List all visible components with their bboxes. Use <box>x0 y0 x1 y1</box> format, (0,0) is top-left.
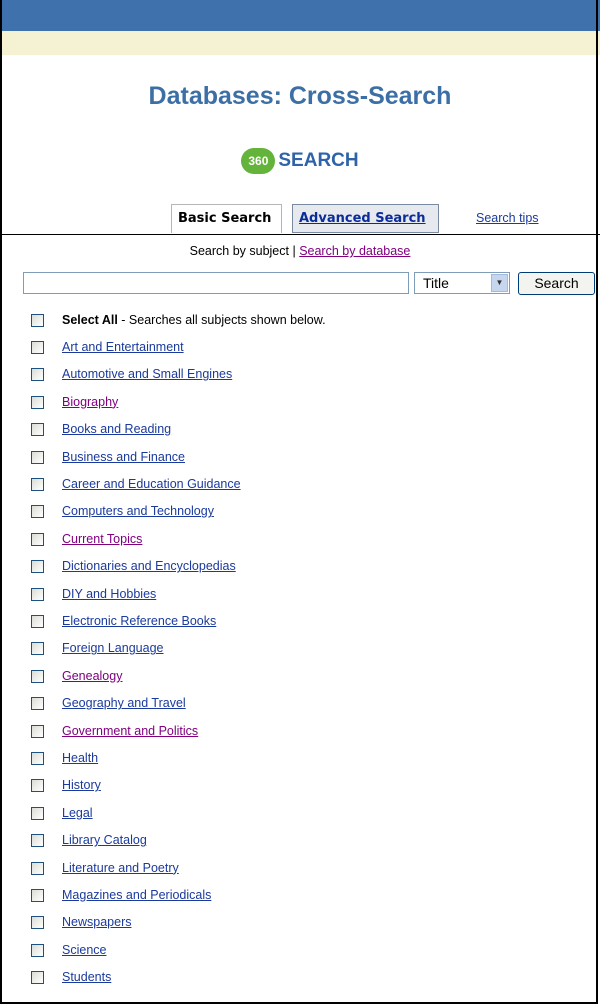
subject-link[interactable]: Computers and Technology <box>62 504 214 518</box>
subject-link[interactable]: Books and Reading <box>62 422 171 436</box>
list-item: Science <box>31 941 591 961</box>
search-mode-nav: Search by subject | Search by database <box>0 244 600 258</box>
subject-link[interactable]: Government and Politics <box>62 724 198 738</box>
search-by-database-link[interactable]: Search by database <box>299 244 410 258</box>
list-item: Magazines and Periodicals <box>31 886 591 906</box>
list-item: Legal <box>31 804 591 824</box>
subject-checkbox[interactable] <box>31 943 44 957</box>
logo-badge: 360 <box>241 148 276 174</box>
list-item: Books and Reading <box>31 420 591 440</box>
subject-checkbox[interactable] <box>31 806 44 820</box>
subject-checkbox[interactable] <box>31 341 44 354</box>
divider <box>0 234 600 235</box>
select-all-row: Select All - Searches all subjects shown… <box>31 311 591 331</box>
select-all-checkbox[interactable] <box>31 314 44 327</box>
tab-advanced-search[interactable]: Advanced Search <box>292 204 439 233</box>
list-item: History <box>31 776 591 796</box>
subject-checkbox[interactable] <box>31 752 44 765</box>
subject-checkbox[interactable] <box>31 779 44 793</box>
subject-link[interactable]: Geography and Travel <box>62 696 186 710</box>
subject-link[interactable]: Business and Finance <box>62 450 185 464</box>
subject-checkbox[interactable] <box>31 861 44 875</box>
list-item: Health <box>31 749 591 769</box>
subject-checkbox[interactable] <box>31 423 44 437</box>
subject-checkbox[interactable] <box>31 478 44 491</box>
subject-checkbox[interactable] <box>31 642 44 656</box>
list-item: Business and Finance <box>31 448 591 468</box>
subject-link[interactable]: Foreign Language <box>62 641 163 655</box>
subject-link[interactable]: Magazines and Periodicals <box>62 888 211 902</box>
subject-link[interactable]: DIY and Hobbies <box>62 587 156 601</box>
subject-checkbox[interactable] <box>31 587 44 601</box>
list-item: Current Topics <box>31 530 591 550</box>
subject-link[interactable]: Automotive and Small Engines <box>62 367 232 381</box>
search-button[interactable]: Search <box>518 272 595 295</box>
list-item: Students <box>31 968 591 988</box>
subject-link[interactable]: Health <box>62 751 98 765</box>
list-item: Foreign Language <box>31 639 591 659</box>
logo-text: SEARCH <box>278 150 359 171</box>
subject-checkbox[interactable] <box>31 450 44 464</box>
subject-link[interactable]: Newspapers <box>62 915 131 929</box>
search-field-value: Title <box>423 275 449 291</box>
subject-checkbox[interactable] <box>31 916 44 930</box>
list-item: Dictionaries and Encyclopedias <box>31 557 591 577</box>
subject-checkbox[interactable] <box>31 505 44 519</box>
360-search-logo: 360 SEARCH <box>0 148 600 174</box>
subject-checkbox[interactable] <box>31 395 44 409</box>
subject-link[interactable]: Genealogy <box>62 669 122 683</box>
subject-checkbox[interactable] <box>31 724 44 738</box>
subject-link[interactable]: Library Catalog <box>62 833 147 847</box>
subject-checkbox[interactable] <box>31 560 44 574</box>
search-by-subject-label: Search by subject | <box>189 244 296 258</box>
list-item: Government and Politics <box>31 722 591 742</box>
subject-link[interactable]: History <box>62 778 101 792</box>
subject-link[interactable]: Current Topics <box>62 532 142 546</box>
list-item: Genealogy <box>31 667 591 687</box>
subject-link[interactable]: Literature and Poetry <box>62 861 179 875</box>
select-all-label: Select All - Searches all subjects shown… <box>62 313 326 327</box>
subject-checkbox[interactable] <box>31 532 44 546</box>
subject-link[interactable]: Dictionaries and Encyclopedias <box>62 559 236 573</box>
search-tips-link[interactable]: Search tips <box>476 211 539 225</box>
subject-link[interactable]: Students <box>62 970 111 984</box>
subject-checkbox[interactable] <box>31 615 44 628</box>
select-all-description: - Searches all subjects shown below. <box>117 313 326 327</box>
subject-link[interactable]: Legal <box>62 806 93 820</box>
subject-checkbox[interactable] <box>31 971 44 985</box>
subject-link[interactable]: Biography <box>62 395 118 409</box>
subject-checkbox[interactable] <box>31 669 44 683</box>
list-item: Art and Entertainment <box>31 338 591 358</box>
list-item: Computers and Technology <box>31 502 591 522</box>
subject-link[interactable]: Science <box>62 943 106 957</box>
subject-checkbox[interactable] <box>31 368 44 382</box>
page-title: Databases: Cross-Search <box>148 82 452 110</box>
list-item: Geography and Travel <box>31 694 591 714</box>
tab-basic-search[interactable]: Basic Search <box>171 204 282 233</box>
subject-checkbox[interactable] <box>31 697 44 711</box>
select-all-bold: Select All <box>62 313 118 327</box>
subject-checkbox[interactable] <box>31 834 44 848</box>
list-item: Electronic Reference Books <box>31 612 591 632</box>
list-item: Literature and Poetry <box>31 859 591 879</box>
list-item: Career and Education Guidance <box>31 475 591 495</box>
subject-link[interactable]: Electronic Reference Books <box>62 614 216 628</box>
list-item: Library Catalog <box>31 831 591 851</box>
list-item: Automotive and Small Engines <box>31 365 591 385</box>
subject-checkbox[interactable] <box>31 889 44 902</box>
list-item: DIY and Hobbies <box>31 585 591 605</box>
subject-link[interactable]: Career and Education Guidance <box>62 477 241 491</box>
search-field-select[interactable]: Title ▼ <box>414 272 510 294</box>
list-item: Newspapers <box>31 913 591 933</box>
chevron-down-icon[interactable]: ▼ <box>491 274 508 292</box>
subject-link[interactable]: Art and Entertainment <box>62 340 184 354</box>
list-item: Biography <box>31 393 591 413</box>
search-input[interactable] <box>23 272 409 294</box>
